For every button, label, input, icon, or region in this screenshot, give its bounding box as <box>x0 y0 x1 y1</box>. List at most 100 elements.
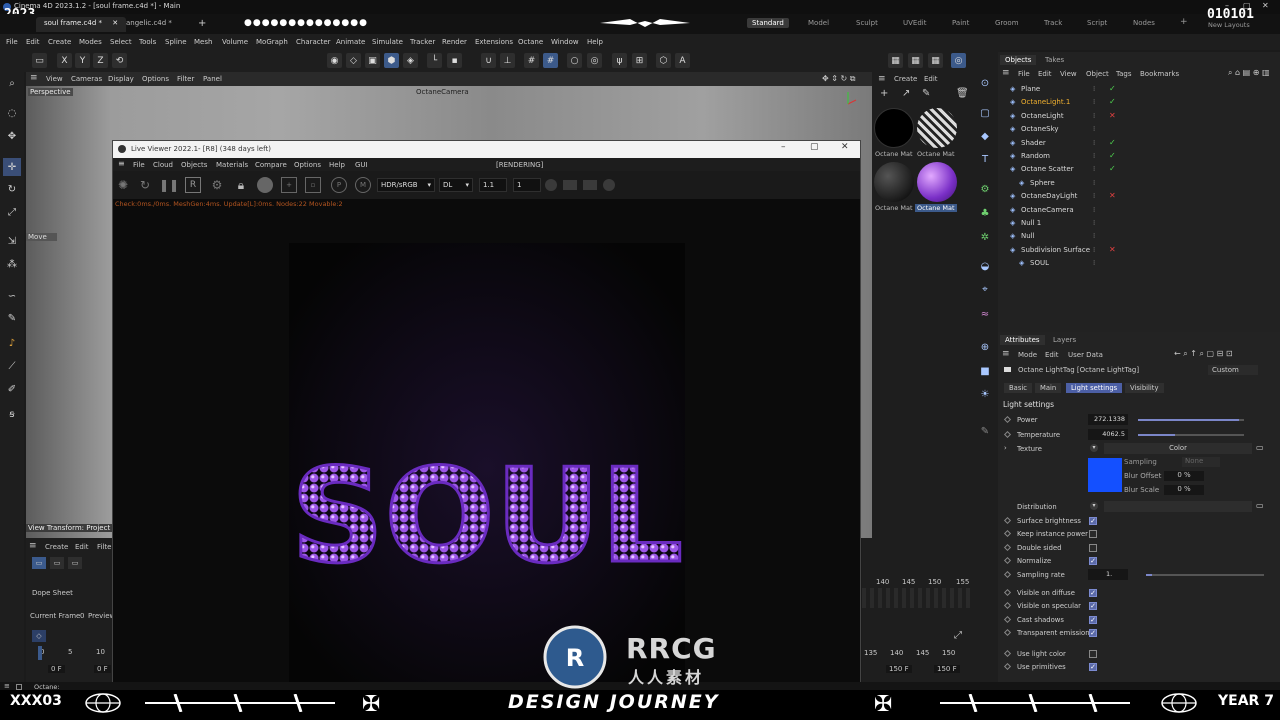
visibility-dots-icon[interactable]: ⁞ <box>1093 206 1095 214</box>
grid-icon[interactable]: # <box>524 53 539 68</box>
viewport-navigation-icons[interactable]: ✥ ⇕ ↻ ⧉ <box>822 74 855 84</box>
lv-minimize-icon[interactable]: – <box>781 142 786 152</box>
om-menu-file[interactable]: File <box>1018 70 1030 78</box>
pin-icon[interactable]: P <box>331 177 347 193</box>
object-row[interactable]: ◈ OctaneDayLight ⁞ ✕ <box>998 190 1280 203</box>
viewport-menu-cameras[interactable]: Cameras <box>71 75 102 83</box>
tab-layers[interactable]: Layers <box>1048 335 1081 345</box>
mirror-icon[interactable]: ⊞ <box>632 53 647 68</box>
visibility-dots-icon[interactable]: ⁞ <box>1093 152 1095 160</box>
workplane-grid-icon[interactable]: # <box>543 53 558 68</box>
hamburger-icon[interactable]: ≡ <box>878 74 886 84</box>
keyframe-diamond-icon[interactable] <box>1003 663 1012 671</box>
axis-y-button[interactable]: Y <box>75 53 90 68</box>
lv-menu-objects[interactable]: Objects <box>181 161 207 169</box>
om-menu-object[interactable]: Object <box>1086 70 1109 78</box>
exposure-field[interactable]: 1.1 <box>479 178 507 192</box>
doc-tab-soul-frame[interactable]: soul frame.c4d * ✕ <box>36 17 127 32</box>
fit-view-icon[interactable]: ⤢ <box>954 630 962 641</box>
hamburger-icon[interactable]: ≡ <box>1002 349 1010 359</box>
object-row[interactable]: ◈ OctaneLight ⁞ ✕ <box>998 110 1280 123</box>
keyframe-diamond-icon[interactable] <box>1003 543 1012 551</box>
timeline-menu-filter[interactable]: Filte <box>97 543 111 551</box>
temperature-slider[interactable] <box>1138 434 1244 436</box>
sampling-rate-field[interactable]: 1. <box>1088 569 1128 580</box>
close-icon[interactable]: ✕ <box>1262 1 1269 10</box>
camera-icon[interactable] <box>583 180 597 190</box>
material-thumb[interactable] <box>874 162 914 202</box>
om-menu-tags[interactable]: Tags <box>1116 70 1132 78</box>
render-region-icon[interactable]: ⬡ <box>656 53 671 68</box>
undo-icon[interactable]: ▭ <box>32 53 47 68</box>
lv-menu-cloud[interactable]: Cloud <box>153 161 173 169</box>
knife-tool-icon[interactable]: ⟋ <box>3 357 21 375</box>
visibility-dots-icon[interactable]: ⁞ <box>1093 85 1095 93</box>
object-row[interactable]: ◈ Sphere ⁞ <box>998 177 1280 190</box>
object-row[interactable]: ◈ Shader ⁞ ✓ <box>998 137 1280 150</box>
checkbox[interactable]: ✓ <box>1089 517 1097 525</box>
film-icon[interactable] <box>563 180 577 190</box>
edit-render-settings-icon[interactable]: ▦ <box>928 53 943 68</box>
timeline-menu-create[interactable]: Create <box>45 543 68 551</box>
fcurve-mode-icon[interactable]: ▭ <box>50 557 64 569</box>
checkbox[interactable]: ✓ <box>1089 615 1097 624</box>
blur-offset-field[interactable]: 0 % <box>1164 471 1204 481</box>
layout-tab-script[interactable]: Script <box>1087 19 1107 27</box>
keyframe-diamond-icon[interactable] <box>1003 516 1012 525</box>
menu-volume[interactable]: Volume <box>222 38 248 46</box>
disabled-cross-icon[interactable]: ✕ <box>1109 245 1116 254</box>
magnet-tool-icon[interactable]: ✐ <box>3 380 21 398</box>
lv-maximize-icon[interactable]: ▢ <box>810 142 819 152</box>
menu-extensions[interactable]: Extensions <box>475 38 513 46</box>
current-frame-value[interactable]: 0 <box>80 612 84 620</box>
menu-help[interactable]: Help <box>587 38 603 46</box>
search-icon[interactable]: ⌕ <box>3 74 21 92</box>
object-row[interactable]: ◈ Null ⁞ <box>998 230 1280 243</box>
object-row[interactable]: ◈ Plane ⁞ ✓ <box>998 83 1280 96</box>
hamburger-icon[interactable]: ≡ <box>29 541 37 551</box>
magnifier-icon[interactable]: M <box>355 177 371 193</box>
distribution-field[interactable] <box>1104 501 1252 512</box>
sampling-rate-slider[interactable] <box>1146 574 1264 576</box>
trash-icon[interactable]: 🗑︎ <box>956 88 969 99</box>
lv-menu-file[interactable]: File <box>133 161 145 169</box>
locked-workplane-icon[interactable]: ▪ <box>447 53 462 68</box>
viewport-menu-display[interactable]: Display <box>108 75 134 83</box>
motion-mode-icon[interactable]: ▭ <box>68 557 82 569</box>
object-row[interactable]: ◈ Subdivision Surface ⁞ ✕ <box>998 244 1280 257</box>
menu-select[interactable]: Select <box>110 38 132 46</box>
field-icon[interactable]: ⌖ <box>976 280 994 298</box>
tab-takes[interactable]: Takes <box>1040 55 1069 65</box>
visibility-dots-icon[interactable]: ⁞ <box>1093 112 1095 120</box>
keyframe-diamond-icon[interactable] <box>1003 588 1012 597</box>
visibility-dots-icon[interactable]: ⁞ <box>1093 259 1095 267</box>
layout-tab-groom[interactable]: Groom <box>995 19 1019 27</box>
colorspace-select[interactable]: HDR/sRGB ▾ <box>377 178 435 192</box>
subtab-light-settings[interactable]: Light settings <box>1066 383 1123 393</box>
object-row[interactable]: ◈ OctaneCamera ⁞ <box>998 204 1280 217</box>
viewport-menu-filter[interactable]: Filter <box>177 75 194 83</box>
snap-settings-icon[interactable]: ⊥ <box>500 53 515 68</box>
circle-button-icon[interactable] <box>545 179 557 191</box>
checkbox[interactable]: ✓ <box>1089 589 1097 597</box>
lv-menu-help[interactable]: Help <box>329 161 345 169</box>
camera-icon[interactable]: ■ <box>976 362 994 380</box>
text-spline-icon[interactable]: T <box>976 150 994 168</box>
power-field[interactable]: 272.1338 <box>1088 414 1128 425</box>
checkbox[interactable] <box>1089 543 1097 552</box>
effector-icon[interactable]: ✲ <box>976 228 994 246</box>
sampling-select[interactable]: None <box>1182 457 1220 467</box>
brush-tool-icon[interactable]: ✎ <box>3 309 21 327</box>
gamma-field[interactable]: 1 <box>513 178 541 192</box>
keyframe-mode-icon[interactable]: ▭ <box>32 557 46 569</box>
points-mode-icon[interactable]: ◉ <box>327 53 342 68</box>
texture-value[interactable]: Color <box>1104 443 1252 454</box>
visibility-dots-icon[interactable]: ⁞ <box>1093 232 1095 240</box>
keyframe-track[interactable] <box>862 588 972 608</box>
move-tool-icon[interactable]: ✛ <box>3 158 21 176</box>
visibility-dots-icon[interactable]: ⁞ <box>1093 98 1095 106</box>
menu-simulate[interactable]: Simulate <box>372 38 403 46</box>
cube-outline-icon[interactable]: ▢ <box>976 104 994 122</box>
folder-icon[interactable]: ▭ <box>1256 443 1264 452</box>
checkbox[interactable] <box>1089 650 1097 658</box>
